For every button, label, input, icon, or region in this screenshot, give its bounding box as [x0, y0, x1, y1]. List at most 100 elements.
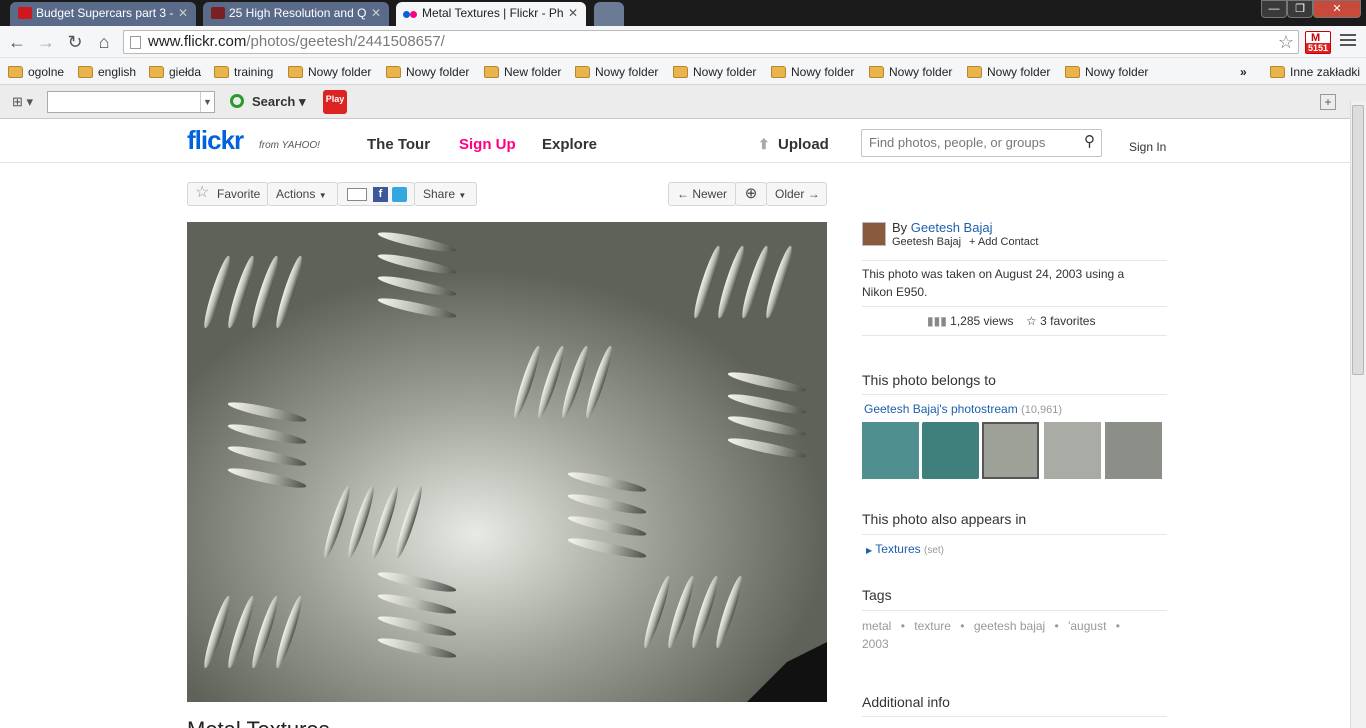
divider: [862, 260, 1167, 261]
facebook-icon[interactable]: f: [373, 187, 388, 202]
bookmark-label: training: [234, 65, 274, 79]
older-button[interactable]: Older →: [766, 182, 827, 206]
email-icon[interactable]: [347, 188, 367, 201]
nav-the-tour[interactable]: The Tour: [367, 136, 430, 153]
close-tab-icon[interactable]: ✕: [371, 2, 381, 24]
address-bar[interactable]: www.flickr.com/photos/geetesh/2441508657…: [123, 30, 1299, 54]
bookmark-folder[interactable]: giełda: [147, 63, 201, 81]
triangle-right-icon: ▶: [866, 546, 873, 555]
flickr-logo[interactable]: flickr: [187, 125, 244, 156]
favorite-button[interactable]: ☆ Favorite: [187, 182, 268, 206]
photostream-thumb[interactable]: [922, 422, 979, 479]
bookmark-folder[interactable]: Nowy folder: [384, 63, 469, 81]
divider: [862, 534, 1167, 535]
back-icon[interactable]: ←: [6, 31, 28, 53]
set-tag: (set): [923, 545, 944, 556]
nav-sign-up[interactable]: Sign Up: [459, 136, 516, 153]
scrollbar-thumb[interactable]: [1352, 105, 1364, 375]
bookmark-label: Nowy folder: [987, 65, 1051, 79]
bookmark-folder[interactable]: Nowy folder: [965, 63, 1050, 81]
tag-separator: •: [1115, 619, 1120, 633]
tag-list: metal • texture • geetesh bajaj • 'augus…: [862, 617, 1152, 653]
tag-link[interactable]: 2003: [862, 637, 889, 651]
bookmark-folder[interactable]: training: [212, 63, 273, 81]
page-icon: [130, 36, 141, 49]
tab-title: Budget Supercars part 3 -: [36, 6, 174, 20]
tag-link[interactable]: texture: [914, 619, 951, 633]
bookmark-folder[interactable]: Nowy folder: [671, 63, 756, 81]
toolbar-search-input[interactable]: ▼: [47, 91, 215, 113]
other-bookmarks[interactable]: Inne zakładki: [1268, 63, 1360, 81]
zoom-icon[interactable]: ⊕: [735, 182, 767, 206]
menu-icon[interactable]: [1340, 34, 1356, 50]
bookmark-folder[interactable]: ogolne: [6, 63, 64, 81]
bookmark-folder[interactable]: Nowy folder: [769, 63, 854, 81]
add-contact-link[interactable]: + Add Contact: [969, 236, 1038, 248]
newer-label: Newer: [692, 187, 728, 201]
photostream-thumb[interactable]: [862, 422, 919, 479]
gmail-extension[interactable]: M 5151: [1305, 31, 1331, 54]
photostream-thumb[interactable]: [1044, 422, 1101, 479]
home-icon[interactable]: ⌂: [93, 31, 115, 53]
youtube-icon: [18, 7, 32, 19]
flickr-icon: [403, 11, 410, 18]
owner-link[interactable]: Geetesh Bajaj: [911, 220, 993, 235]
add-button[interactable]: ⊞ ▾: [12, 94, 40, 110]
sign-in-link[interactable]: Sign In: [1129, 140, 1166, 154]
folder-icon: [575, 66, 590, 78]
forward-icon[interactable]: →: [35, 31, 57, 53]
twitter-icon[interactable]: [392, 187, 407, 202]
avatar[interactable]: [862, 222, 886, 246]
new-tab-button[interactable]: [594, 2, 624, 26]
extension-toolbar: ⊞ ▾ ▼ Search ▾ Play +: [0, 85, 1366, 119]
close-tab-icon[interactable]: ✕: [568, 2, 578, 24]
tag-link[interactable]: metal: [862, 619, 891, 633]
star-icon[interactable]: ☆: [1278, 31, 1294, 53]
main-photo[interactable]: [187, 222, 827, 702]
photostream-thumb-current[interactable]: [982, 422, 1039, 479]
folder-icon: [869, 66, 884, 78]
upload-label: Upload: [778, 136, 829, 153]
bookmark-folder[interactable]: Nowy folder: [867, 63, 952, 81]
maximize-button[interactable]: ❐: [1287, 0, 1313, 18]
close-window-button[interactable]: ✕: [1313, 0, 1361, 18]
bookmark-folder[interactable]: New folder: [482, 63, 561, 81]
bookmark-folder[interactable]: Nowy folder: [1063, 63, 1148, 81]
share-icons: f: [337, 182, 415, 206]
divider: [862, 335, 1167, 336]
bookmarks-overflow-button[interactable]: »: [1240, 63, 1247, 81]
add-icon[interactable]: +: [1320, 94, 1336, 110]
tag-link[interactable]: geetesh bajaj: [974, 619, 1045, 633]
photostream-thumb[interactable]: [1105, 422, 1162, 479]
tab-high-resolution[interactable]: 25 High Resolution and Q ✕: [203, 2, 389, 26]
flickr-header: flickr from YAHOO! The Tour Sign Up Expl…: [0, 119, 1350, 163]
bookmark-label: Nowy folder: [791, 65, 855, 79]
photostream-link[interactable]: Geetesh Bajaj's photostream: [864, 402, 1018, 416]
minimize-button[interactable]: —: [1261, 0, 1287, 18]
divider: [862, 716, 1167, 717]
dropdown-icon[interactable]: ▼: [200, 92, 214, 112]
reload-icon[interactable]: ↻: [64, 31, 86, 53]
bookmark-label: Nowy folder: [406, 65, 470, 79]
search-icon[interactable]: ⚲: [1084, 129, 1095, 155]
newer-button[interactable]: ← Newer: [668, 182, 736, 206]
bookmark-folder[interactable]: english: [76, 63, 136, 81]
search-button[interactable]: Search ▾: [230, 92, 306, 112]
actions-label: Actions: [276, 187, 316, 201]
close-tab-icon[interactable]: ✕: [178, 2, 188, 24]
set-link[interactable]: Textures: [875, 542, 920, 556]
bookmark-folder[interactable]: Nowy folder: [286, 63, 371, 81]
play-videos-button[interactable]: Play: [323, 90, 347, 114]
nav-explore[interactable]: Explore: [542, 136, 597, 153]
tab-metal-textures[interactable]: Metal Textures | Flickr - Ph ✕: [396, 2, 586, 26]
upload-button[interactable]: ⬆ Upload: [758, 136, 829, 153]
folder-icon: [673, 66, 688, 78]
tag-link[interactable]: 'august: [1068, 619, 1106, 633]
vertical-scrollbar[interactable]: [1350, 101, 1366, 728]
tab-budget-supercars[interactable]: Budget Supercars part 3 - ✕: [10, 2, 196, 26]
flickr-search-input[interactable]: Find photos, people, or groups ⚲: [861, 129, 1102, 157]
bookmark-folder[interactable]: Nowy folder: [573, 63, 658, 81]
share-dropdown[interactable]: Share ▼: [414, 182, 477, 206]
bookmark-label: Nowy folder: [595, 65, 659, 79]
actions-dropdown[interactable]: Actions ▼: [267, 182, 338, 206]
